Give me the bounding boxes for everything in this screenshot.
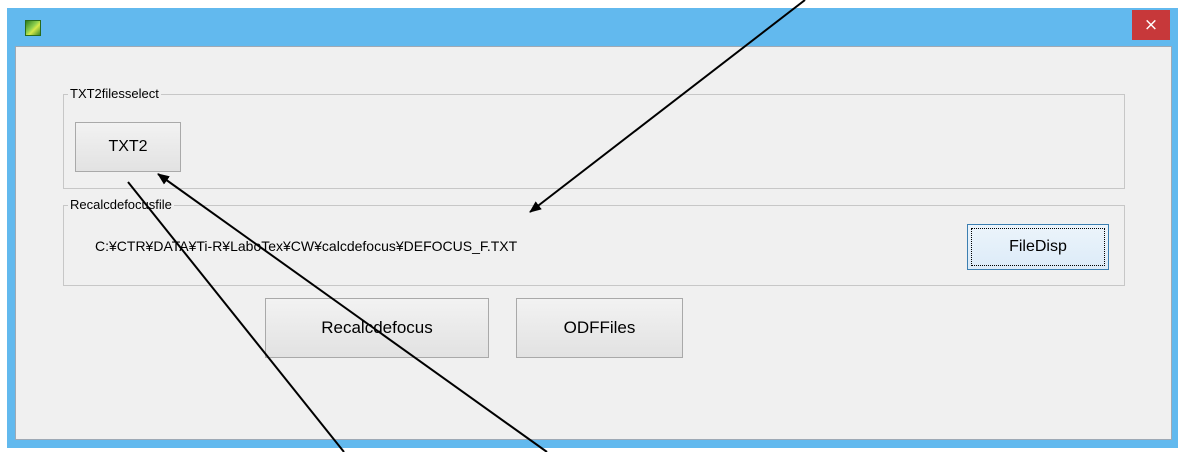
txt2-group-label: TXT2filesselect: [70, 86, 159, 101]
txt2-files-select-group: TXT2filesselect: [63, 87, 1125, 189]
app-icon: [25, 20, 41, 36]
title-bar: ×: [7, 8, 1178, 44]
defocus-file-path: C:¥CTR¥DATA¥Ti-R¥LaboTex¥CW¥calcdefocus¥…: [95, 238, 518, 254]
odffiles-button-label: ODFFiles: [563, 318, 636, 337]
recalc-group-label: Recalcdefocusfile: [70, 197, 172, 212]
txt2-button-label: TXT2: [108, 138, 148, 155]
recalcdefocus-button-label: Recalcdefocus: [321, 318, 433, 337]
txt2-button[interactable]: TXT2: [75, 122, 181, 172]
filedisp-button[interactable]: FileDisp: [967, 224, 1109, 270]
filedisp-button-label: FileDisp: [1009, 238, 1067, 255]
close-button[interactable]: ×: [1132, 10, 1170, 40]
odffiles-button[interactable]: ODFFiles: [516, 298, 683, 358]
recalcdefocus-button[interactable]: Recalcdefocus: [265, 298, 489, 358]
